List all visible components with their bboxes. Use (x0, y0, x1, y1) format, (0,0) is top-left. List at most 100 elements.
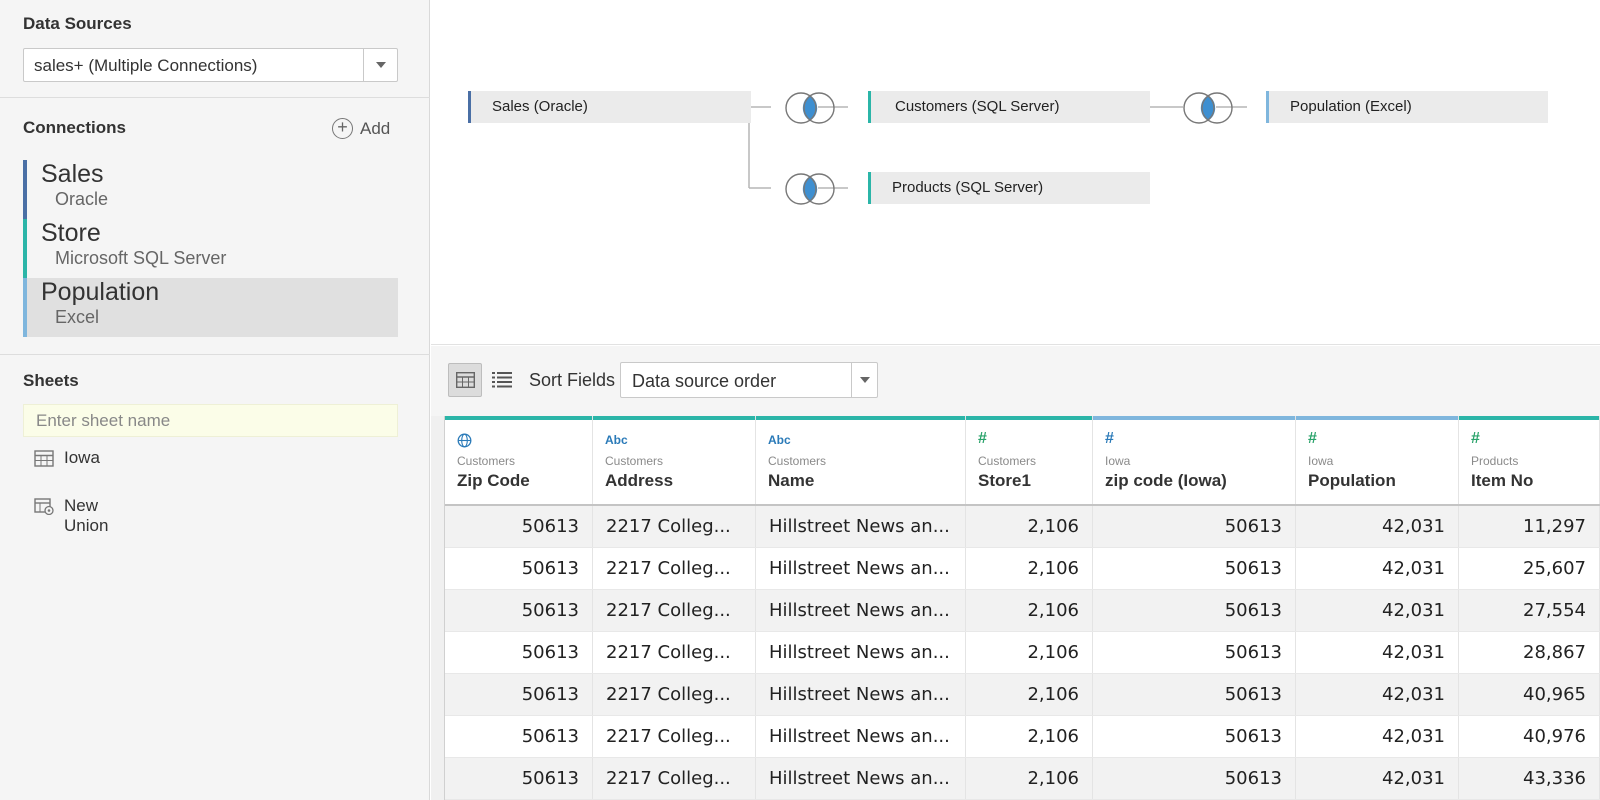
table-cell: 42,031 (1296, 632, 1459, 674)
inner-join-icon[interactable] (1180, 91, 1236, 125)
plus-circle-icon: + (332, 118, 353, 139)
connection-item-sales[interactable]: Sales Oracle (23, 160, 398, 219)
connection-type: Excel (55, 307, 100, 327)
number-type-icon[interactable]: # (1471, 430, 1480, 447)
data-source-value: sales+ (Multiple Connections) (34, 56, 258, 75)
table-population-excel[interactable]: Population (Excel) (1266, 91, 1548, 123)
column-source-label: Customers (768, 454, 827, 468)
grid-view-button[interactable] (448, 363, 482, 397)
table-sales-oracle[interactable]: Sales (Oracle) (468, 91, 751, 123)
table-cell: 2217 Colleg... (593, 758, 756, 800)
sheets-title: Sheets (23, 371, 79, 390)
table-cell: 2217 Colleg... (593, 548, 756, 590)
grid-view-icon (456, 372, 475, 388)
sort-fields-dropdown-toggle[interactable] (851, 363, 877, 397)
connection-item-population[interactable]: Population Excel (23, 278, 398, 337)
table-color-bar (868, 172, 871, 204)
table-color-bar (1266, 91, 1269, 123)
table-cell: 50613 (1093, 506, 1296, 548)
column-source-label: Customers (978, 454, 1037, 468)
column-header[interactable]: # Iowa Population (1296, 416, 1459, 504)
inner-join-icon[interactable] (782, 172, 838, 206)
sheet-label: Iowa (64, 448, 100, 467)
inner-join-icon[interactable] (782, 91, 838, 125)
divider (0, 97, 430, 98)
grid-toolbar: Sort Fields Data source order (431, 346, 1600, 416)
column-field-name: zip code (Iowa) (1105, 471, 1227, 490)
table-cell: 50613 (445, 674, 593, 716)
column-header[interactable]: # Iowa zip code (Iowa) (1093, 416, 1296, 504)
column-field-name: Zip Code (457, 471, 530, 490)
table-cell: 2,106 (966, 548, 1093, 590)
table-row: 50613 2217 Colleg... Hillstreet News an...… (445, 674, 1600, 716)
table-cell: Hillstreet News an... (756, 590, 966, 632)
column-source-label: Iowa (1105, 454, 1131, 468)
table-cell: 50613 (1093, 674, 1296, 716)
list-view-button[interactable] (492, 363, 526, 397)
connection-color-bar (23, 160, 27, 219)
add-connection-label: Add (360, 119, 391, 138)
table-row: 50613 2217 Colleg... Hillstreet News an...… (445, 758, 1600, 800)
column-header[interactable]: # Products Item No (1459, 416, 1600, 504)
table-cell: 42,031 (1296, 674, 1459, 716)
table-cell: Hillstreet News an... (756, 548, 966, 590)
table-cell: 2217 Colleg... (593, 590, 756, 632)
table-row: 50613 2217 Colleg... Hillstreet News an...… (445, 716, 1600, 758)
table-cell: Hillstreet News an... (756, 506, 966, 548)
table-label: Sales (Oracle) (492, 98, 588, 115)
sort-fields-select[interactable]: Data source order (620, 362, 878, 398)
string-type-icon[interactable]: Abc (605, 433, 628, 449)
column-header[interactable]: Abc Customers Name (756, 416, 966, 504)
table-cell: 2217 Colleg... (593, 674, 756, 716)
table-cell: 11,297 (1459, 506, 1600, 548)
table-cell: 2,106 (966, 506, 1093, 548)
connection-item-store[interactable]: Store Microsoft SQL Server (23, 219, 398, 278)
sort-fields-label: Sort Fields (529, 370, 616, 390)
table-cell: 42,031 (1296, 548, 1459, 590)
column-source-color-bar (593, 416, 755, 420)
table-cell: Hillstreet News an... (756, 674, 966, 716)
number-type-icon[interactable]: # (1308, 430, 1317, 447)
chevron-down-icon (860, 377, 870, 383)
table-row: 50613 2217 Colleg... Hillstreet News an...… (445, 590, 1600, 632)
data-source-dropdown-toggle[interactable] (363, 49, 397, 81)
connection-color-bar (23, 219, 27, 278)
column-source-label: Iowa (1308, 454, 1334, 468)
table-cell: 2217 Colleg... (593, 506, 756, 548)
table-cell: 50613 (445, 548, 593, 590)
column-source-label: Customers (605, 454, 664, 468)
column-header[interactable]: # Customers Store1 (966, 416, 1093, 504)
column-header[interactable]: Customers Zip Code (445, 416, 593, 504)
connections-title: Connections (23, 118, 126, 137)
table-cell: 42,031 (1296, 758, 1459, 800)
table-row: 50613 2217 Colleg... Hillstreet News an...… (445, 632, 1600, 674)
table-label: Customers (SQL Server) (895, 98, 1060, 115)
column-field-name: Store1 (978, 471, 1031, 490)
sheet-search-input[interactable] (23, 404, 398, 437)
table-customers-sql-server[interactable]: Customers (SQL Server) (868, 91, 1150, 123)
column-header[interactable]: Abc Customers Address (593, 416, 756, 504)
table-cell: 42,031 (1296, 716, 1459, 758)
table-products-sql-server[interactable]: Products (SQL Server) (868, 172, 1150, 204)
table-cell: 2,106 (966, 716, 1093, 758)
table-cell: Hillstreet News an... (756, 758, 966, 800)
table-cell: 2217 Colleg... (593, 716, 756, 758)
table-cell: 50613 (445, 506, 593, 548)
column-source-color-bar (1296, 416, 1458, 420)
join-canvas: Sales (Oracle) Customers (SQL Server) Po… (431, 0, 1600, 345)
number-type-icon[interactable]: # (978, 430, 987, 447)
column-source-label: Customers (457, 454, 516, 468)
row-gutter (431, 416, 445, 800)
data-source-select[interactable]: sales+ (Multiple Connections) (23, 48, 398, 82)
table-cell: 50613 (445, 632, 593, 674)
column-source-label: Products (1471, 454, 1519, 468)
table-cell: 27,554 (1459, 590, 1600, 632)
table-cell: 2217 Colleg... (593, 632, 756, 674)
number-type-icon[interactable]: # (1105, 430, 1114, 447)
table-cell: 2,106 (966, 632, 1093, 674)
string-type-icon[interactable]: Abc (768, 433, 791, 449)
column-source-color-bar (1093, 416, 1295, 420)
globe-icon[interactable] (457, 433, 472, 449)
connection-type: Oracle (55, 189, 109, 209)
data-grid: Customers Zip Code Abc Customers Address Abc C… (431, 416, 1600, 800)
